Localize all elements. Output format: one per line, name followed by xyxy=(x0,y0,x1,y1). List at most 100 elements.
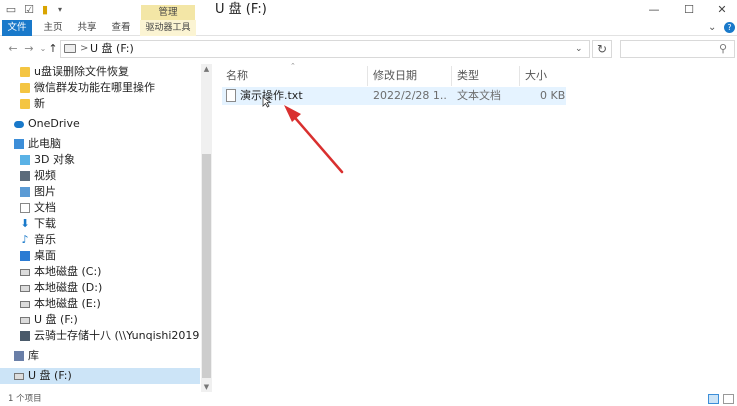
folder-icon xyxy=(20,67,30,77)
sidebar-item-label: U 盘 (F:) xyxy=(34,313,78,326)
file-type: 文本文档 xyxy=(457,89,501,102)
drive-icon xyxy=(20,317,30,324)
drive-icon xyxy=(20,285,30,292)
details-view-icon[interactable] xyxy=(708,394,719,404)
sidebar-item[interactable]: 本地磁盘 (D:) xyxy=(0,280,200,296)
sidebar-item-label: 视频 xyxy=(34,169,56,182)
new-folder-quick-icon[interactable]: ▮ xyxy=(38,3,52,17)
tab-file[interactable]: 文件 xyxy=(2,20,32,36)
tab-home[interactable]: 主页 xyxy=(40,20,66,36)
search-input[interactable] xyxy=(620,40,735,58)
column-header-name[interactable]: 名称 xyxy=(226,67,248,85)
column-header-date[interactable]: 修改日期 xyxy=(373,67,417,85)
sidebar-item-label: 本地磁盘 (D:) xyxy=(34,281,103,294)
net-icon xyxy=(20,331,30,341)
scroll-up-icon[interactable]: ▲ xyxy=(201,65,212,74)
title-bar xyxy=(0,0,737,20)
up-button[interactable]: ↑ xyxy=(46,42,60,56)
tab-share[interactable]: 共享 xyxy=(74,20,100,36)
sidebar-item-label: 本地磁盘 (E:) xyxy=(34,297,101,310)
doc-icon xyxy=(20,203,30,213)
tab-view[interactable]: 查看 xyxy=(108,20,134,36)
breadcrumb-separator[interactable]: > xyxy=(80,40,88,58)
sidebar-item[interactable]: 云骑士存储十八 (\\Yunqishi2019) (Z xyxy=(0,328,200,344)
cloud-icon xyxy=(14,121,24,128)
sidebar-item-label: 图片 xyxy=(34,185,56,198)
pic-icon xyxy=(20,187,30,197)
sidebar-item[interactable]: U 盘 (F:) xyxy=(0,312,200,328)
sidebar-item-label: U 盘 (F:) xyxy=(28,369,72,382)
column-divider[interactable] xyxy=(519,66,520,86)
search-icon[interactable]: ⚲ xyxy=(719,41,727,57)
drive-icon xyxy=(20,301,30,308)
tab-drive-tools[interactable]: 驱动器工具 xyxy=(140,20,196,36)
sidebar-item[interactable]: 新 xyxy=(0,96,200,112)
folder-icon xyxy=(20,99,30,109)
help-icon[interactable]: ? xyxy=(724,22,735,33)
sidebar-item[interactable]: 3D 对象 xyxy=(0,152,200,168)
breadcrumb-current[interactable]: U 盘 (F:) xyxy=(90,40,134,58)
sidebar-item-label: 微信群发功能在哪里操作 xyxy=(34,81,155,94)
scroll-down-icon[interactable]: ▼ xyxy=(201,383,212,392)
column-divider[interactable] xyxy=(451,66,452,86)
dl-icon: ⬇ xyxy=(20,217,30,230)
folder-icon xyxy=(20,83,30,93)
column-header-size[interactable]: 大小 xyxy=(525,67,547,85)
address-dropdown-icon[interactable]: ⌄ xyxy=(575,40,583,58)
sidebar-item[interactable]: 文档 xyxy=(0,200,200,216)
app-icon[interactable]: ▭ xyxy=(4,3,18,17)
drive-icon xyxy=(20,269,30,276)
window-title: U 盘 (F:) xyxy=(215,2,267,17)
sidebar-item-label: 音乐 xyxy=(34,233,56,246)
sidebar-item[interactable]: u盘误删除文件恢复 xyxy=(0,64,200,80)
cube-icon xyxy=(20,155,30,165)
refresh-button[interactable]: ↻ xyxy=(592,40,612,58)
sidebar-item[interactable]: 图片 xyxy=(0,184,200,200)
sidebar-item[interactable]: OneDrive xyxy=(0,116,200,132)
sidebar-item[interactable]: 微信群发功能在哪里操作 xyxy=(0,80,200,96)
ribbon-collapse-icon[interactable]: ⌄ xyxy=(708,20,716,36)
close-button[interactable]: ✕ xyxy=(705,1,737,19)
sidebar-item[interactable]: 本地磁盘 (C:) xyxy=(0,264,200,280)
sidebar-item-label: 库 xyxy=(28,349,39,362)
pc-icon xyxy=(14,139,24,149)
status-bar xyxy=(0,393,737,406)
minimize-button[interactable]: — xyxy=(637,1,671,19)
sidebar-item-label: u盘误删除文件恢复 xyxy=(34,65,129,78)
sidebar-item[interactable]: U 盘 (F:) xyxy=(0,368,200,384)
text-file-icon xyxy=(226,89,236,102)
large-icons-view-icon[interactable] xyxy=(723,394,734,404)
sidebar-item-label: OneDrive xyxy=(28,117,80,130)
annotation-arrow-icon xyxy=(284,105,344,174)
quick-access-dropdown-icon[interactable]: ▾ xyxy=(53,3,67,17)
sidebar-item[interactable]: 库 xyxy=(0,348,200,364)
sidebar-item-label: 云骑士存储十八 (\\Yunqishi2019) (Z xyxy=(34,329,200,342)
sidebar-item[interactable]: 桌面 xyxy=(0,248,200,264)
sidebar-item[interactable]: 视频 xyxy=(0,168,200,184)
drive-icon xyxy=(14,373,24,380)
address-bar[interactable] xyxy=(60,40,590,58)
forward-button[interactable]: → xyxy=(22,42,36,56)
sidebar-item-label: 新 xyxy=(34,97,45,110)
sidebar-item-label: 此电脑 xyxy=(28,137,61,150)
column-header-type[interactable]: 类型 xyxy=(457,67,479,85)
sidebar-item-label: 3D 对象 xyxy=(34,153,75,166)
sidebar-item-label: 文档 xyxy=(34,201,56,214)
nav-scrollbar-thumb[interactable] xyxy=(202,154,211,378)
sidebar-item[interactable]: 此电脑 xyxy=(0,136,200,152)
manage-context-tab[interactable]: 管理 xyxy=(141,5,195,20)
drive-icon xyxy=(64,44,76,53)
sidebar-item-label: 下载 xyxy=(34,217,56,230)
lib-icon xyxy=(14,351,24,361)
properties-quick-icon[interactable]: ☑ xyxy=(22,3,36,17)
music-icon: ♪ xyxy=(21,233,29,246)
back-button[interactable]: ← xyxy=(6,42,20,56)
sidebar-item[interactable]: ⬇ 下载 xyxy=(0,216,200,232)
item-count: 1 个项目 xyxy=(8,394,42,404)
desk-icon xyxy=(20,251,30,261)
sidebar-item-label: 本地磁盘 (C:) xyxy=(34,265,102,278)
sidebar-item[interactable]: 本地磁盘 (E:) xyxy=(0,296,200,312)
sidebar-item[interactable]: ♪ 音乐 xyxy=(0,232,200,248)
maximize-button[interactable]: ☐ xyxy=(672,1,706,19)
column-divider[interactable] xyxy=(367,66,368,86)
